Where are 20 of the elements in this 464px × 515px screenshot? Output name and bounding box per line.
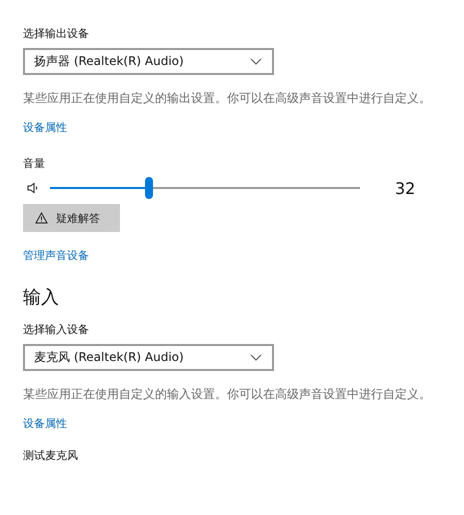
volume-value: 32 (395, 178, 416, 198)
section-heading: 输入 (23, 286, 59, 310)
manage-devices-link[interactable]: 管理声音设备 (23, 248, 89, 264)
chevron-icon (250, 58, 262, 65)
device-properties-link[interactable]: 设备属性 (23, 416, 67, 432)
field-label: 选择输出设备 (23, 26, 89, 42)
volume-label: 音量 (23, 156, 45, 172)
troubleshoot-button[interactable]: 疑难解答 (23, 204, 120, 232)
volume-slider[interactable] (50, 177, 360, 199)
device-dropdown[interactable]: 扬声器 (Realtek(R) Audio) (23, 48, 274, 75)
speaker-icon (27, 182, 39, 194)
field-label: 选择输入设备 (23, 322, 89, 338)
chevron-icon (250, 354, 262, 361)
test-label: 测试麦克风 (23, 448, 78, 464)
info-text: 某些应用正在使用自定义的输出设置。你可以在高级声音设置中进行自定义。 (23, 90, 432, 106)
info-text: 某些应用正在使用自定义的输入设置。你可以在高级声音设置中进行自定义。 (23, 386, 432, 402)
slider-thumb[interactable] (145, 177, 154, 199)
device-properties-link[interactable]: 设备属性 (23, 120, 67, 136)
warning-icon (35, 212, 48, 224)
device-dropdown[interactable]: 麦克风 (Realtek(R) Audio) (23, 344, 274, 371)
